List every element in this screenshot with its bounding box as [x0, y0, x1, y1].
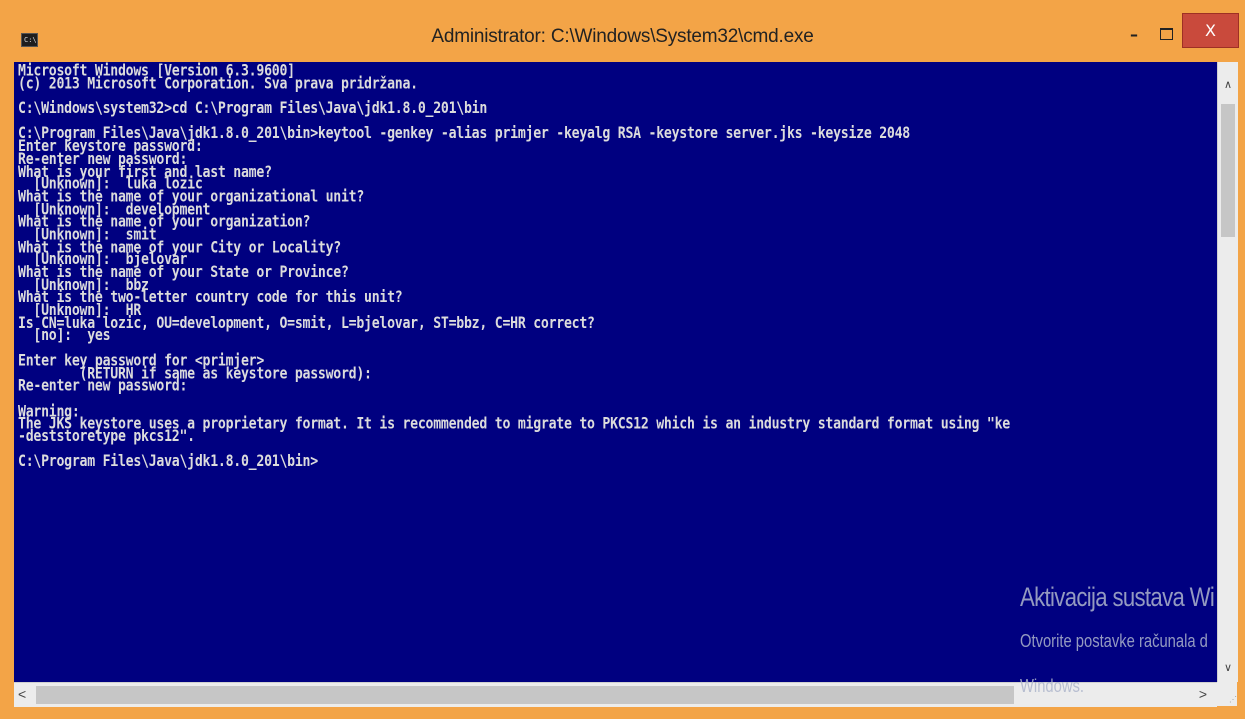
- watermark-subtitle: Otvorite postavke računala d: [1020, 631, 1208, 651]
- watermark-subtitle-2: Windows.: [1020, 676, 1084, 696]
- console-line: (RETURN if same as keystore password):: [18, 365, 372, 383]
- scroll-down-icon[interactable]: ∨: [1218, 661, 1238, 674]
- maximize-button[interactable]: [1150, 18, 1182, 50]
- horizontal-scroll-thumb[interactable]: [36, 686, 1014, 704]
- scroll-up-icon[interactable]: ∧: [1218, 78, 1238, 91]
- console-line: C:\Windows\system32>cd C:\Program Files\…: [18, 100, 488, 118]
- close-icon: X: [1205, 21, 1216, 40]
- console-line: What is the name of your organization?: [18, 213, 311, 232]
- window-title: Administrator: C:\Windows\System32\cmd.e…: [431, 26, 814, 47]
- console-line: C:\Program Files\Java\jdk1.8.0_201\bin>: [18, 453, 318, 472]
- console-line: Is CN=luka lozic, OU=development, O=smit…: [18, 314, 595, 333]
- console-lines: Microsoft Windows [Version 6.3.9600] (c) …: [18, 64, 1217, 472]
- minimize-icon: –: [1130, 24, 1138, 44]
- scroll-right-icon[interactable]: >: [1199, 686, 1207, 702]
- vertical-scrollbar[interactable]: ∧ ∨: [1217, 62, 1238, 682]
- console-line: What is the name of your City or Localit…: [18, 239, 341, 257]
- maximize-icon: [1159, 28, 1173, 40]
- resize-grip-icon[interactable]: ⋰: [1217, 682, 1237, 706]
- console-line: [no]: yes: [18, 327, 111, 345]
- console-line: -deststoretype pkcs12".: [18, 428, 195, 446]
- minimize-button[interactable]: –: [1118, 18, 1150, 50]
- scroll-left-icon[interactable]: <: [18, 686, 26, 702]
- console-line: What is the name of your State or Provin…: [18, 264, 349, 282]
- title-bar[interactable]: C:\ Administrator: C:\Windows\System32\c…: [0, 0, 1245, 62]
- close-button[interactable]: X: [1182, 13, 1239, 48]
- console-line: The JKS keystore uses a proprietary form…: [18, 415, 1010, 434]
- console-line: (c) 2013 Microsoft Corporation. Sva prav…: [18, 75, 418, 93]
- cmd-window: C:\ Administrator: C:\Windows\System32\c…: [0, 0, 1245, 719]
- watermark-title: Aktivacija sustava Wi: [1020, 582, 1215, 612]
- console-line: What is the two-letter country code for …: [18, 289, 403, 308]
- vertical-scroll-thumb[interactable]: [1221, 104, 1235, 237]
- console-line: Re-enter new password:: [18, 377, 188, 396]
- console-line: Enter keystore password:: [18, 138, 203, 156]
